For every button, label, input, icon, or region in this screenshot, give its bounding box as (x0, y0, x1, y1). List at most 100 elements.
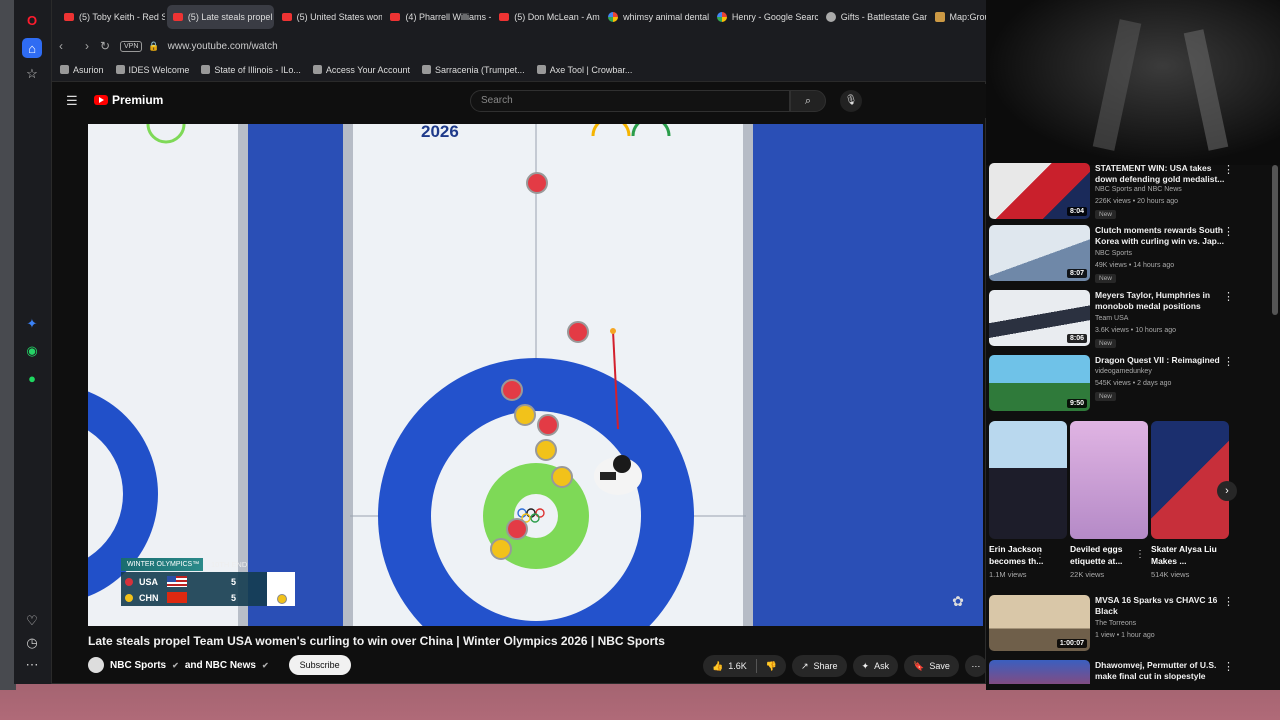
score-row-chn: CHN 5 (125, 590, 265, 605)
sparkle-icon: ✦ (861, 660, 870, 671)
video-title[interactable]: Clutch moments rewards South Korea with … (1095, 225, 1235, 247)
tab[interactable]: Map:Groun (929, 5, 986, 29)
usa-flag-icon (167, 576, 187, 587)
bookmark-item[interactable]: Sarracenia (Trumpet... (421, 64, 525, 75)
short-thumbnail[interactable] (1151, 421, 1229, 539)
score-row-usa: USA 5 (125, 574, 265, 589)
video-title[interactable]: Dragon Quest VII : Reimagined (1095, 355, 1235, 366)
like-button[interactable]: 👍 1.6K 👎 (703, 655, 786, 677)
menu-icon[interactable]: ☰ (66, 93, 78, 109)
bookmark-item[interactable]: Access Your Account (312, 65, 410, 75)
save-button[interactable]: 🔖 Save (904, 655, 959, 677)
scrollbar[interactable] (1272, 165, 1278, 315)
more-icon[interactable]: ⋮ (1223, 660, 1234, 673)
bookmark-item[interactable]: Asurion (60, 65, 104, 75)
bookmark-label: Axe Tool | Crowbar... (549, 64, 633, 75)
bookmark-label: Sarracenia (Trumpet... (434, 64, 525, 75)
recommended-video[interactable]: 8:06 Meyers Taylor, Humphries in monobob… (989, 290, 1273, 348)
tab[interactable]: whimsy animal dental t (602, 5, 709, 29)
thumbs-up-icon: 👍 (712, 660, 724, 671)
bookmark-icon (60, 65, 69, 74)
short-item[interactable]: Skater Alysa Liu Makes ... 514K views (1151, 421, 1229, 579)
short-thumbnail[interactable] (989, 421, 1067, 539)
more-icon[interactable]: ⋮ (1223, 355, 1234, 368)
recommended-video[interactable]: 1:00:07 MVSA 16 Sparks vs CHAVC 16 Black… (989, 595, 1273, 653)
search-button[interactable]: ⌕ (790, 90, 826, 112)
search-icon: ⌕ (804, 95, 812, 107)
search-input[interactable]: Search (470, 90, 790, 112)
recommended-video[interactable]: 8:07 Clutch moments rewards South Korea … (989, 225, 1273, 283)
opera-logo-icon[interactable]: O (22, 10, 42, 30)
channel-name[interactable]: videogamedunkey (1095, 368, 1152, 375)
subscribe-button[interactable]: Subscribe (288, 655, 351, 675)
more-icon[interactable]: ⋮ (1223, 290, 1234, 303)
url-field[interactable]: www.youtube.com/watch (168, 41, 278, 52)
channel-name[interactable]: The Torreons (1095, 620, 1136, 627)
video-thumbnail[interactable]: 8:06 (989, 290, 1090, 346)
avatar[interactable] (88, 657, 104, 673)
spotify-icon[interactable]: ● (22, 368, 42, 388)
youtube-logo[interactable]: Premium (94, 93, 163, 107)
history-icon[interactable]: ◷ (22, 633, 42, 653)
team-score: 5 (231, 576, 237, 587)
video-title[interactable]: Meyers Taylor, Humphries in monobob meda… (1095, 290, 1235, 312)
bookmark-item[interactable]: State of Illinois - ILo... (201, 65, 301, 75)
duration: 8:07 (1066, 269, 1087, 278)
recommended-video[interactable]: Dhawomvej, Permutter of U.S. make final … (989, 660, 1273, 684)
video-title[interactable]: STATEMENT WIN: USA takes down defending … (1095, 163, 1235, 185)
bookmark-item[interactable]: Axe Tool | Crowbar... (536, 64, 633, 75)
channel-name[interactable]: NBC Sports (1095, 250, 1132, 257)
more-icon[interactable]: ⋮ (1223, 595, 1234, 608)
tab[interactable]: (5) Toby Keith - Red Solo (58, 5, 165, 29)
forward-icon[interactable]: › (78, 39, 96, 53)
more-icon[interactable]: ⋮ (1135, 549, 1145, 560)
home-icon[interactable]: ⌂ (22, 38, 42, 58)
mic-button[interactable]: 🎙 (840, 90, 862, 112)
video-meta: 1 view • 1 hour ago (1095, 632, 1155, 639)
short-title[interactable]: Deviled eggs etiquette at... (1070, 543, 1140, 567)
recommended-video[interactable]: 9:50 Dragon Quest VII : Reimagined video… (989, 355, 1273, 413)
channel-name[interactable]: Team USA (1095, 315, 1128, 322)
whatsapp-icon[interactable]: ◉ (22, 341, 42, 361)
back-icon[interactable]: ‹ (52, 39, 70, 53)
more-icon[interactable]: ⋮ (1223, 225, 1234, 238)
channel-name[interactable]: NBC Sports and NBC News (1095, 186, 1182, 193)
video-thumbnail[interactable]: 8:07 (989, 225, 1090, 281)
more-actions-button[interactable]: ⋯ (964, 655, 987, 677)
star-icon[interactable]: ☆ (22, 64, 42, 84)
short-item[interactable]: Erin Jackson becomes th... 1.1M views (989, 421, 1067, 579)
short-title[interactable]: Erin Jackson becomes th... (989, 543, 1059, 567)
logo-text: Premium (112, 93, 164, 107)
channel-name[interactable]: NBC Sports (110, 660, 166, 671)
tab[interactable]: Henry - Google Search (711, 5, 818, 29)
reload-icon[interactable]: ↻ (96, 39, 114, 53)
tab-active[interactable]: (5) Late steals propel (166, 5, 274, 29)
tab[interactable]: Gifts - Battlestate Game (820, 5, 927, 29)
tab[interactable]: (4) Pharrell Williams - H (384, 5, 491, 29)
tab[interactable]: (5) United States women (276, 5, 382, 29)
more-icon[interactable]: ⋮ (1223, 163, 1234, 176)
share-button[interactable]: ↗ Share (791, 655, 847, 677)
tab[interactable]: (5) Don McLean - Amer (493, 5, 600, 29)
short-thumbnail[interactable] (1070, 421, 1148, 539)
chevron-right-icon[interactable]: › (1217, 481, 1237, 501)
bookmark-item[interactable]: IDES Welcome (115, 65, 189, 75)
more-icon[interactable]: ⋮ (1035, 549, 1045, 560)
more-icon[interactable]: ⋯ (22, 655, 42, 675)
heart-icon[interactable]: ♡ (22, 611, 42, 631)
video-thumbnail[interactable]: 9:50 (989, 355, 1090, 411)
messenger-icon[interactable]: ✦ (22, 314, 42, 334)
video-title[interactable]: Dhawomvej, Permutter of U.S. make final … (1095, 660, 1235, 682)
ask-button[interactable]: ✦ Ask (852, 655, 899, 677)
video-player[interactable]: ✿ 2026 WINTER OLYMPICS™ 10TH END USA 5 C… (88, 124, 983, 626)
vpn-badge[interactable]: VPN (120, 40, 143, 52)
channel-collab[interactable]: and NBC News (185, 660, 256, 671)
map-icon (934, 12, 945, 22)
thumbs-down-icon[interactable]: 👎 (766, 661, 777, 672)
video-thumbnail[interactable]: 1:00:07 (989, 595, 1090, 651)
recommended-video[interactable]: 8:04 STATEMENT WIN: USA takes down defen… (989, 163, 1273, 221)
video-thumbnail[interactable] (989, 660, 1090, 684)
video-thumbnail[interactable]: 8:04 (989, 163, 1090, 219)
video-title[interactable]: MVSA 16 Sparks vs CHAVC 16 Black (1095, 595, 1235, 617)
short-title[interactable]: Skater Alysa Liu Makes ... (1151, 543, 1221, 567)
